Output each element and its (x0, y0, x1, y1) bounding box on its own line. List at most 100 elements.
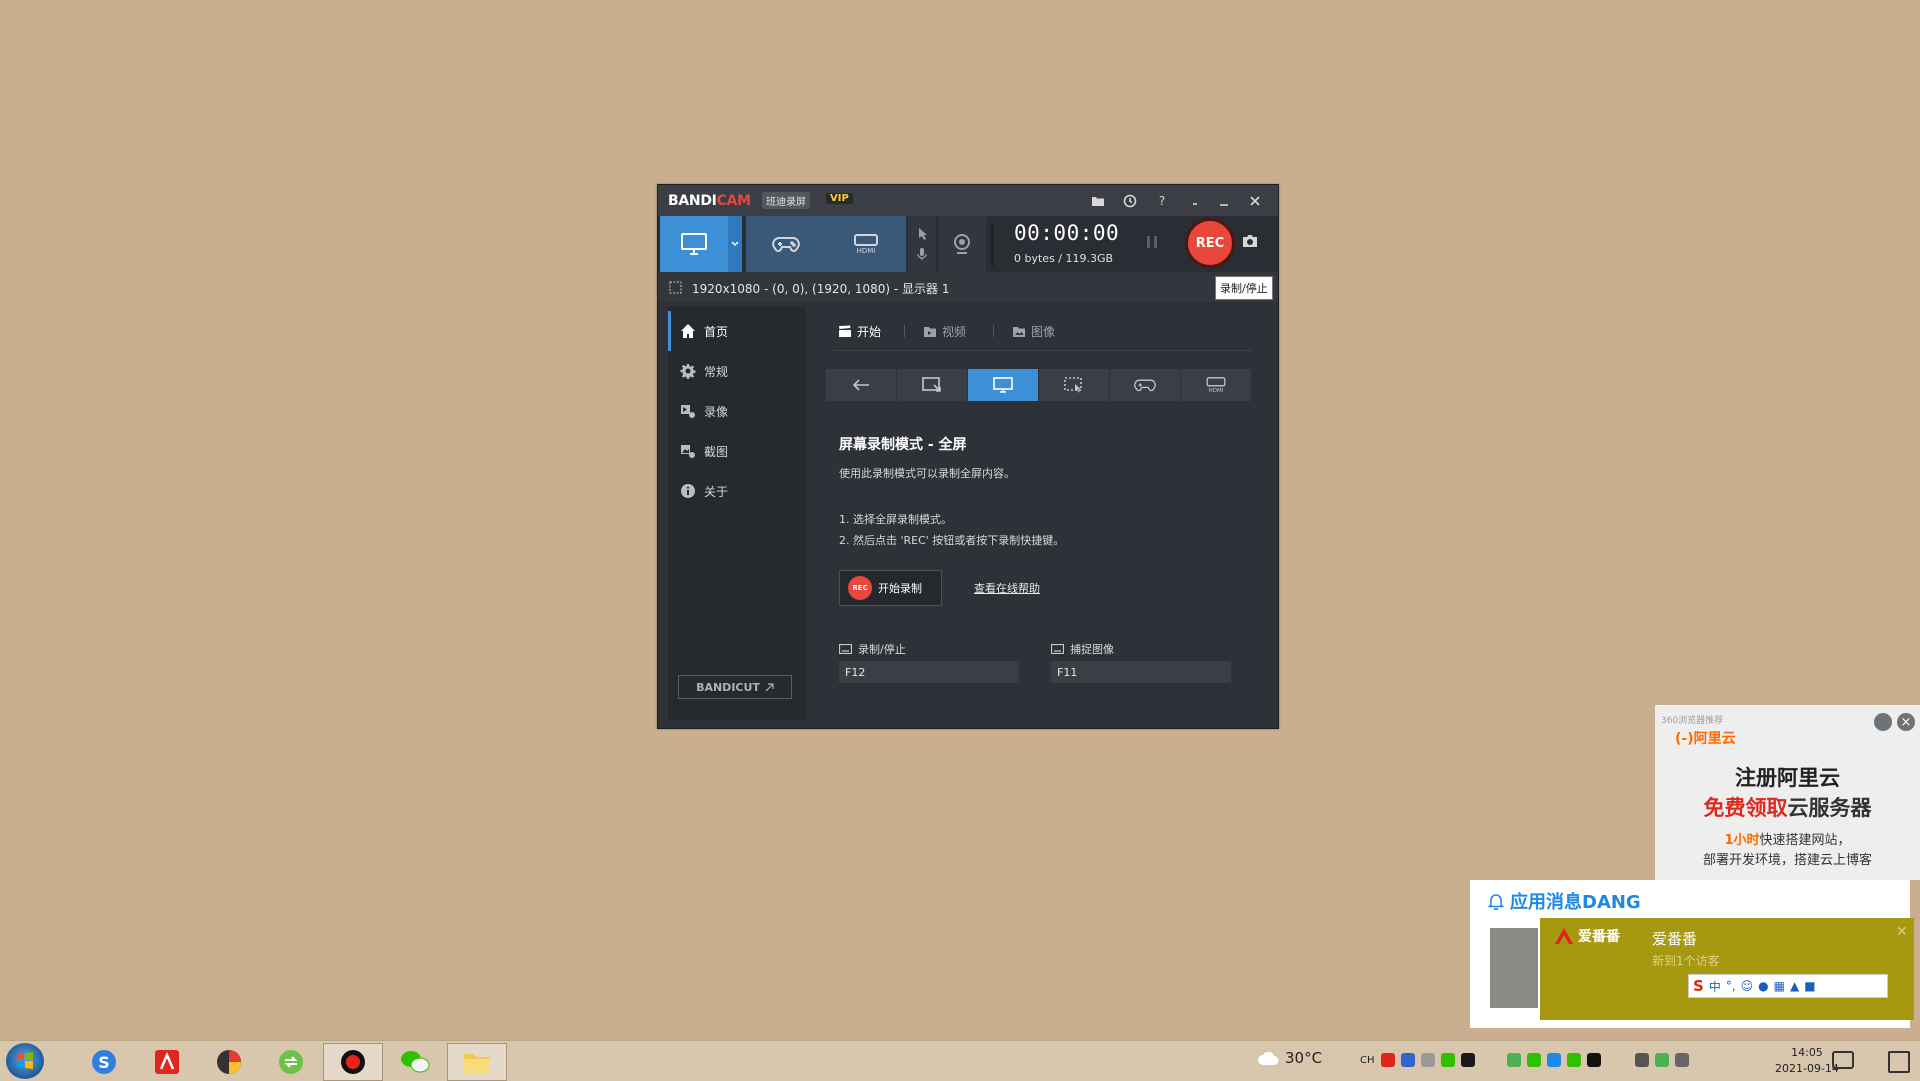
sogou-tray-icon[interactable] (1380, 1053, 1395, 1067)
clapper-icon (839, 325, 851, 337)
folder-button[interactable] (1087, 191, 1109, 211)
help-button[interactable]: ? (1151, 191, 1173, 211)
sidebar-item-video[interactable]: 录像 (668, 391, 806, 431)
screenshot-button[interactable] (1241, 233, 1259, 249)
start-button[interactable] (6, 1043, 44, 1079)
online-help-link[interactable]: 查看在线帮助 (974, 580, 1040, 596)
device-mode-button[interactable]: HDMI (826, 216, 906, 272)
hdmi-icon: HDMI (1206, 377, 1226, 394)
hotkey-capture-field[interactable]: F11 (1051, 661, 1231, 683)
close-icon: × (1900, 714, 1912, 730)
network-tray-icon[interactable] (1506, 1053, 1521, 1067)
emoji-icon[interactable]: ☺ (1741, 979, 1754, 993)
skin-icon[interactable]: ▲ (1790, 979, 1799, 993)
title-bar: BANDICAM 班迪录屏 VIP ? (658, 185, 1278, 216)
ad-line-3-rest: 快速搭建网站， (1759, 833, 1851, 848)
wifi-signal-icon[interactable] (1674, 1053, 1689, 1067)
sidebar: 首页 常规 录像 截图 关于 BANDICUT (668, 307, 806, 720)
bandicut-button[interactable]: BANDICUT (678, 675, 792, 699)
hotkey-record-field[interactable]: F12 (839, 661, 1019, 683)
taskbar-clock[interactable]: 14:05 2021-09-14 (1775, 1045, 1839, 1077)
mouse-area-mode-button[interactable] (1039, 369, 1109, 401)
tab-images[interactable]: 图像 (1012, 323, 1055, 340)
wechat-tray-icon[interactable] (1440, 1053, 1455, 1067)
rectangle-area-icon (922, 377, 941, 392)
screen-mode-button[interactable] (660, 216, 728, 272)
system-tray: CH (1360, 1053, 1689, 1067)
help-tray-icon[interactable] (1400, 1053, 1415, 1067)
notification-count-icon[interactable] (1832, 1051, 1854, 1069)
weather-widget[interactable]: 30°C (1257, 1049, 1322, 1067)
voice-input-icon[interactable]: ● (1758, 979, 1768, 993)
notification-body[interactable]: 爱番番 爱番番 新到1个访客 ✕ S 中 °, ☺ ● ▦ ▲ ■ (1540, 918, 1914, 1020)
timer-button[interactable] (1119, 191, 1141, 211)
rec-button[interactable]: REC (1185, 218, 1235, 268)
fullscreen-mode-button[interactable] (968, 369, 1038, 401)
sidebar-item-general[interactable]: 常规 (668, 351, 806, 391)
record-tray-icon[interactable] (1460, 1053, 1475, 1067)
vip-badge[interactable]: VIP (826, 193, 853, 204)
punctuation-icon[interactable]: °, (1726, 979, 1736, 993)
tray-overflow-icon[interactable] (1420, 1053, 1435, 1067)
close-button[interactable] (1244, 191, 1266, 211)
sidebar-item-about[interactable]: 关于 (668, 471, 806, 511)
tab-underline (834, 350, 1252, 351)
taskbar-bandicam[interactable] (323, 1043, 383, 1081)
microphone-icon[interactable] (916, 247, 928, 261)
back-button[interactable] (826, 369, 896, 401)
start-recording-button[interactable]: REC 开始录制 (839, 570, 942, 606)
tab-label: 开始 (857, 325, 882, 339)
sidebar-item-label: 关于 (704, 484, 729, 499)
file-size-status: 0 bytes / 119.3GB (1014, 252, 1114, 265)
cursor-area-icon (1064, 377, 1082, 393)
tab-videos[interactable]: 视频 (923, 323, 966, 340)
notification-popup[interactable]: 应用消息DANG 爱番番 爱番番 新到1个访客 ✕ S 中 °, ☺ ● ▦ ▲… (1470, 880, 1914, 1028)
taskbar-file-explorer[interactable] (447, 1043, 507, 1081)
cursor-icon[interactable] (916, 227, 928, 241)
pause-button[interactable] (1146, 235, 1158, 249)
minimize-button[interactable] (1213, 191, 1235, 211)
wechat-tray-icon-2[interactable] (1526, 1053, 1541, 1067)
ad-close-button[interactable]: × (1897, 713, 1915, 731)
taskbar-app-3[interactable] (199, 1043, 259, 1081)
ad-settings-button[interactable] (1874, 713, 1892, 731)
sidebar-item-screenshot[interactable]: 截图 (668, 431, 806, 471)
ad-popup[interactable]: 360浏览器推荐 (-)阿里云 × 注册阿里云 免费领取云服务器 1小时快速搭建… (1655, 705, 1920, 880)
webcam-button[interactable] (938, 216, 986, 272)
rectangle-mode-button[interactable] (897, 369, 967, 401)
instruction-step-2: 2. 然后点击 'REC' 按钮或者按下录制快捷键。 (839, 534, 1065, 547)
game-mode-button[interactable] (746, 216, 826, 272)
taskbar-sogou[interactable]: S (74, 1043, 134, 1081)
tab-start[interactable]: 开始 (838, 323, 881, 340)
aliyun-logo: (-)阿里云 (1675, 731, 1736, 747)
screen-mode-dropdown[interactable] (728, 216, 742, 272)
taskbar-pdf-app[interactable] (137, 1043, 197, 1081)
input-language-indicator[interactable]: CH (1360, 1055, 1375, 1066)
ad-line-4: 部署开发环境，搭建云上博客 (1702, 853, 1872, 868)
restore-button[interactable] (1184, 191, 1206, 211)
k-tray-icon[interactable] (1546, 1053, 1561, 1067)
selection-area-icon[interactable] (669, 281, 682, 294)
gear-icon (680, 364, 696, 379)
ad-subheadline: 免费领取云服务器 (1655, 792, 1920, 822)
action-center-icon[interactable] (1888, 1051, 1910, 1073)
ad-subheadline-rest: 云服务器 (1787, 796, 1872, 820)
volume-icon[interactable] (1634, 1053, 1649, 1067)
sogou-ime-toolbar[interactable]: S 中 °, ☺ ● ▦ ▲ ■ (1688, 974, 1888, 998)
wechat-tray-icon-3[interactable] (1566, 1053, 1581, 1067)
taskbar-wechat[interactable] (385, 1043, 445, 1081)
capture-area-text: 1920x1080 - (0, 0), (1920, 1080) - 显示器 1 (692, 282, 950, 296)
notification-close-button[interactable]: ✕ (1896, 924, 1908, 940)
qq-tray-icon[interactable] (1586, 1053, 1601, 1067)
security-tray-icon[interactable] (1654, 1053, 1669, 1067)
toolbox-icon[interactable]: ■ (1804, 979, 1815, 993)
ime-mode-toggle[interactable]: 中 (1709, 978, 1721, 995)
game-mode-tab-button[interactable] (1110, 369, 1180, 401)
device-mode-tab-button[interactable]: HDMI (1181, 369, 1251, 401)
sidebar-item-home[interactable]: 首页 (668, 311, 806, 351)
bell-icon (1488, 894, 1504, 910)
tab-label: 视频 (942, 325, 967, 339)
soft-keyboard-icon[interactable]: ▦ (1774, 979, 1785, 993)
taskbar-app-4[interactable] (261, 1043, 321, 1081)
close-icon: ✕ (1896, 924, 1908, 940)
